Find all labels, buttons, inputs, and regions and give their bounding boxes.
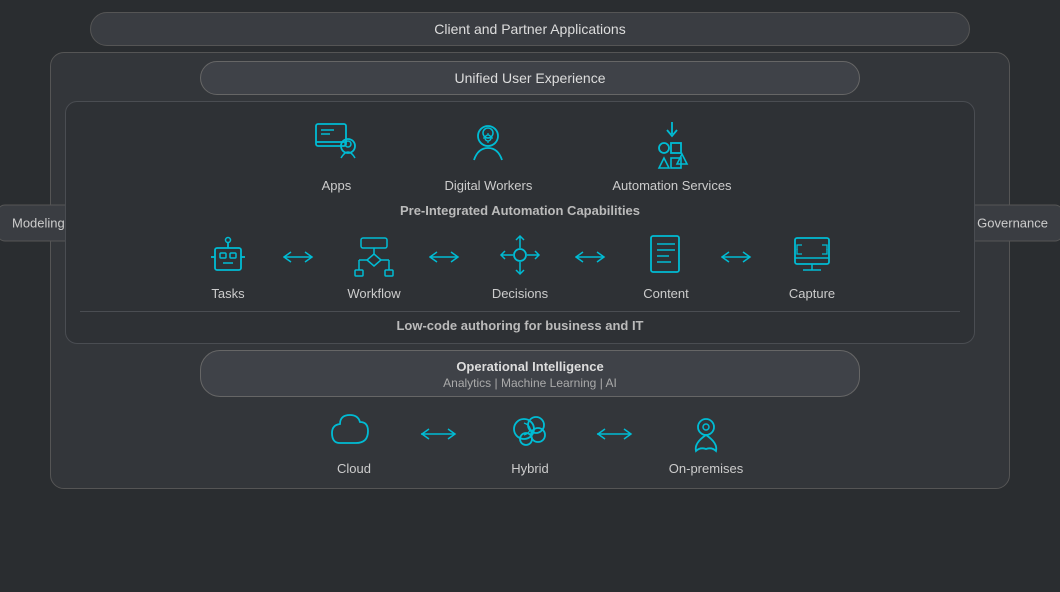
ops-intel-title: Operational Intelligence	[221, 359, 839, 374]
decisions-item: Decisions	[465, 230, 575, 301]
ops-intel-bar: Operational Intelligence Analytics | Mac…	[200, 350, 860, 397]
cloud-label: Cloud	[337, 461, 371, 476]
content-item: Content	[611, 230, 721, 301]
capture-icon	[787, 230, 837, 280]
hybrid-item: Hybrid	[465, 407, 595, 476]
digital-workers-icon	[460, 116, 516, 172]
cloud-item: Cloud	[289, 407, 419, 476]
client-apps-bar: Client and Partner Applications	[90, 12, 970, 46]
decisions-icon	[495, 230, 545, 280]
workflow-item: Workflow	[319, 230, 429, 301]
lowcode-bar: Low-code authoring for business and IT	[80, 311, 960, 333]
automation-services-label: Automation Services	[612, 178, 731, 193]
capture-item: Capture	[757, 230, 867, 301]
preintegrated-label: Pre-Integrated Automation Capabilities	[400, 201, 640, 220]
on-premises-icon	[678, 407, 734, 455]
arrow-decisions-content	[575, 249, 611, 265]
arrow-content-capture	[721, 249, 757, 265]
digital-workers-label: Digital Workers	[444, 178, 532, 193]
digital-workers-item: Digital Workers	[444, 116, 532, 193]
decisions-label: Decisions	[492, 286, 548, 301]
capability-container: Apps	[65, 101, 975, 344]
main-outer: Unified User Experience Modeling Governa…	[50, 52, 1010, 489]
arrow-cloud-hybrid	[419, 426, 465, 442]
hybrid-icon	[502, 407, 558, 455]
automation-row: Tasks	[173, 228, 867, 303]
top-icons-row: Apps	[308, 112, 731, 193]
workflow-icon	[349, 230, 399, 280]
cloud-icon	[326, 407, 382, 455]
on-premises-item: On-premises	[641, 407, 771, 476]
on-premises-label: On-premises	[669, 461, 743, 476]
apps-item: Apps	[308, 116, 364, 193]
capability-wrapper: Modeling Governance	[65, 101, 995, 344]
diagram-container: Client and Partner Applications Unified …	[0, 0, 1060, 592]
hybrid-label: Hybrid	[511, 461, 549, 476]
content-label: Content	[643, 286, 689, 301]
tasks-icon	[203, 230, 253, 280]
ops-intel-subtitle: Analytics | Machine Learning | AI	[221, 376, 839, 390]
workflow-label: Workflow	[347, 286, 400, 301]
unified-ux-label: Unified User Experience	[455, 70, 606, 86]
content-icon	[641, 230, 691, 280]
apps-icon	[308, 116, 364, 172]
automation-services-item: Automation Services	[612, 116, 731, 193]
arrow-workflow-decisions	[429, 249, 465, 265]
unified-ux-bar: Unified User Experience	[200, 61, 860, 95]
governance-label: Governance	[962, 204, 1060, 241]
tasks-label: Tasks	[211, 286, 244, 301]
apps-label: Apps	[322, 178, 352, 193]
capture-label: Capture	[789, 286, 835, 301]
automation-services-icon	[644, 116, 700, 172]
deployment-row: Cloud	[289, 403, 771, 478]
arrow-hybrid-onpremises	[595, 426, 641, 442]
tasks-item: Tasks	[173, 230, 283, 301]
arrow-tasks-workflow	[283, 249, 319, 265]
client-apps-label: Client and Partner Applications	[434, 21, 625, 37]
